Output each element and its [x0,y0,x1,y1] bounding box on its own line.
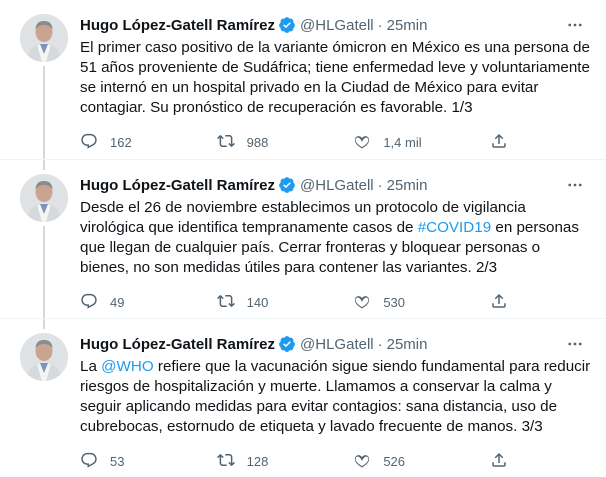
tweet-actions: 53 128 526 [80,451,510,471]
tweet-link[interactable]: @WHO [101,358,154,375]
share-icon [490,451,520,472]
separator-dot: · [377,16,383,34]
more-options-icon[interactable] [564,14,586,36]
tweet-text-segment: refiere que la vacunación sigue siendo f… [80,358,591,435]
tweet-link[interactable]: #COVID19 [418,219,491,236]
retweet-icon [216,451,247,472]
reply-icon [80,292,110,313]
retweet-button[interactable]: 128 [216,451,317,472]
retweet-button[interactable]: 140 [216,292,317,313]
like-icon [353,451,383,472]
thread-line-bottom [43,226,45,318]
more-options-icon[interactable] [564,333,586,355]
tweet-text-segment: La [80,358,102,375]
share-button[interactable] [490,292,510,313]
tweet-text: Desde el 26 de noviembre establecimos un… [80,198,592,278]
author-name[interactable]: Hugo López-Gatell Ramírez [80,177,275,194]
retweet-count: 140 [246,294,269,310]
tweet[interactable]: Hugo López-Gatell Ramírez @HLGatell · 25… [0,318,606,477]
reply-icon [80,451,110,472]
tweet[interactable]: Hugo López-Gatell Ramírez @HLGatell · 25… [0,0,606,159]
verified-badge-icon [278,176,296,194]
retweet-count: 128 [246,453,269,469]
like-count: 1,4 mil [383,134,422,150]
tweet[interactable]: Hugo López-Gatell Ramírez @HLGatell · 25… [0,159,606,318]
tweet-text-segment: El primer caso positivo de la variante ó… [80,39,590,116]
tweet-header: Hugo López-Gatell Ramírez @HLGatell · 25… [80,14,586,36]
retweet-icon [216,292,247,313]
share-button[interactable] [490,132,510,153]
retweet-icon [216,132,247,153]
share-icon [490,132,520,153]
separator-dot: · [377,335,383,353]
tweet-header: Hugo López-Gatell Ramírez @HLGatell · 25… [80,174,586,196]
like-button[interactable]: 526 [353,451,453,472]
timestamp[interactable]: 25min [387,177,428,194]
thread-line-bottom [43,66,45,159]
like-count: 530 [383,294,406,310]
author-handle[interactable]: @HLGatell [300,336,374,353]
reply-button[interactable]: 49 [80,292,180,313]
reply-count: 162 [110,134,132,150]
timestamp[interactable]: 25min [387,17,428,34]
tweet-text: El primer caso positivo de la variante ó… [80,38,592,118]
like-icon [353,292,383,313]
like-button[interactable]: 530 [353,292,453,313]
avatar[interactable] [20,174,68,222]
verified-badge-icon [278,335,296,353]
avatar[interactable] [20,333,68,381]
reply-button[interactable]: 162 [80,132,180,153]
more-options-icon[interactable] [564,174,586,196]
author-name[interactable]: Hugo López-Gatell Ramírez [80,17,275,34]
author-handle[interactable]: @HLGatell [300,177,374,194]
reply-icon [80,132,110,153]
avatar[interactable] [20,14,68,62]
share-icon [490,292,520,313]
author-name[interactable]: Hugo López-Gatell Ramírez [80,336,275,353]
reply-count: 49 [110,294,125,310]
reply-button[interactable]: 53 [80,451,180,472]
retweet-button[interactable]: 988 [216,132,317,153]
verified-badge-icon [278,16,296,34]
author-handle[interactable]: @HLGatell [300,17,374,34]
thread-line-top [43,319,45,329]
like-icon [353,132,383,153]
like-button[interactable]: 1,4 mil [353,132,453,153]
retweet-count: 988 [246,134,269,150]
tweet-thread: Hugo López-Gatell Ramírez @HLGatell · 25… [0,0,606,477]
separator-dot: · [377,176,383,194]
thread-line-top [43,160,45,170]
timestamp[interactable]: 25min [387,336,428,353]
tweet-header: Hugo López-Gatell Ramírez @HLGatell · 25… [80,333,586,355]
share-button[interactable] [490,451,510,472]
reply-count: 53 [110,453,125,469]
like-count: 526 [383,453,406,469]
tweet-actions: 49 140 530 [80,292,510,312]
tweet-actions: 162 988 1,4 mil [80,132,510,152]
tweet-text: La @WHO refiere que la vacunación sigue … [80,357,592,437]
